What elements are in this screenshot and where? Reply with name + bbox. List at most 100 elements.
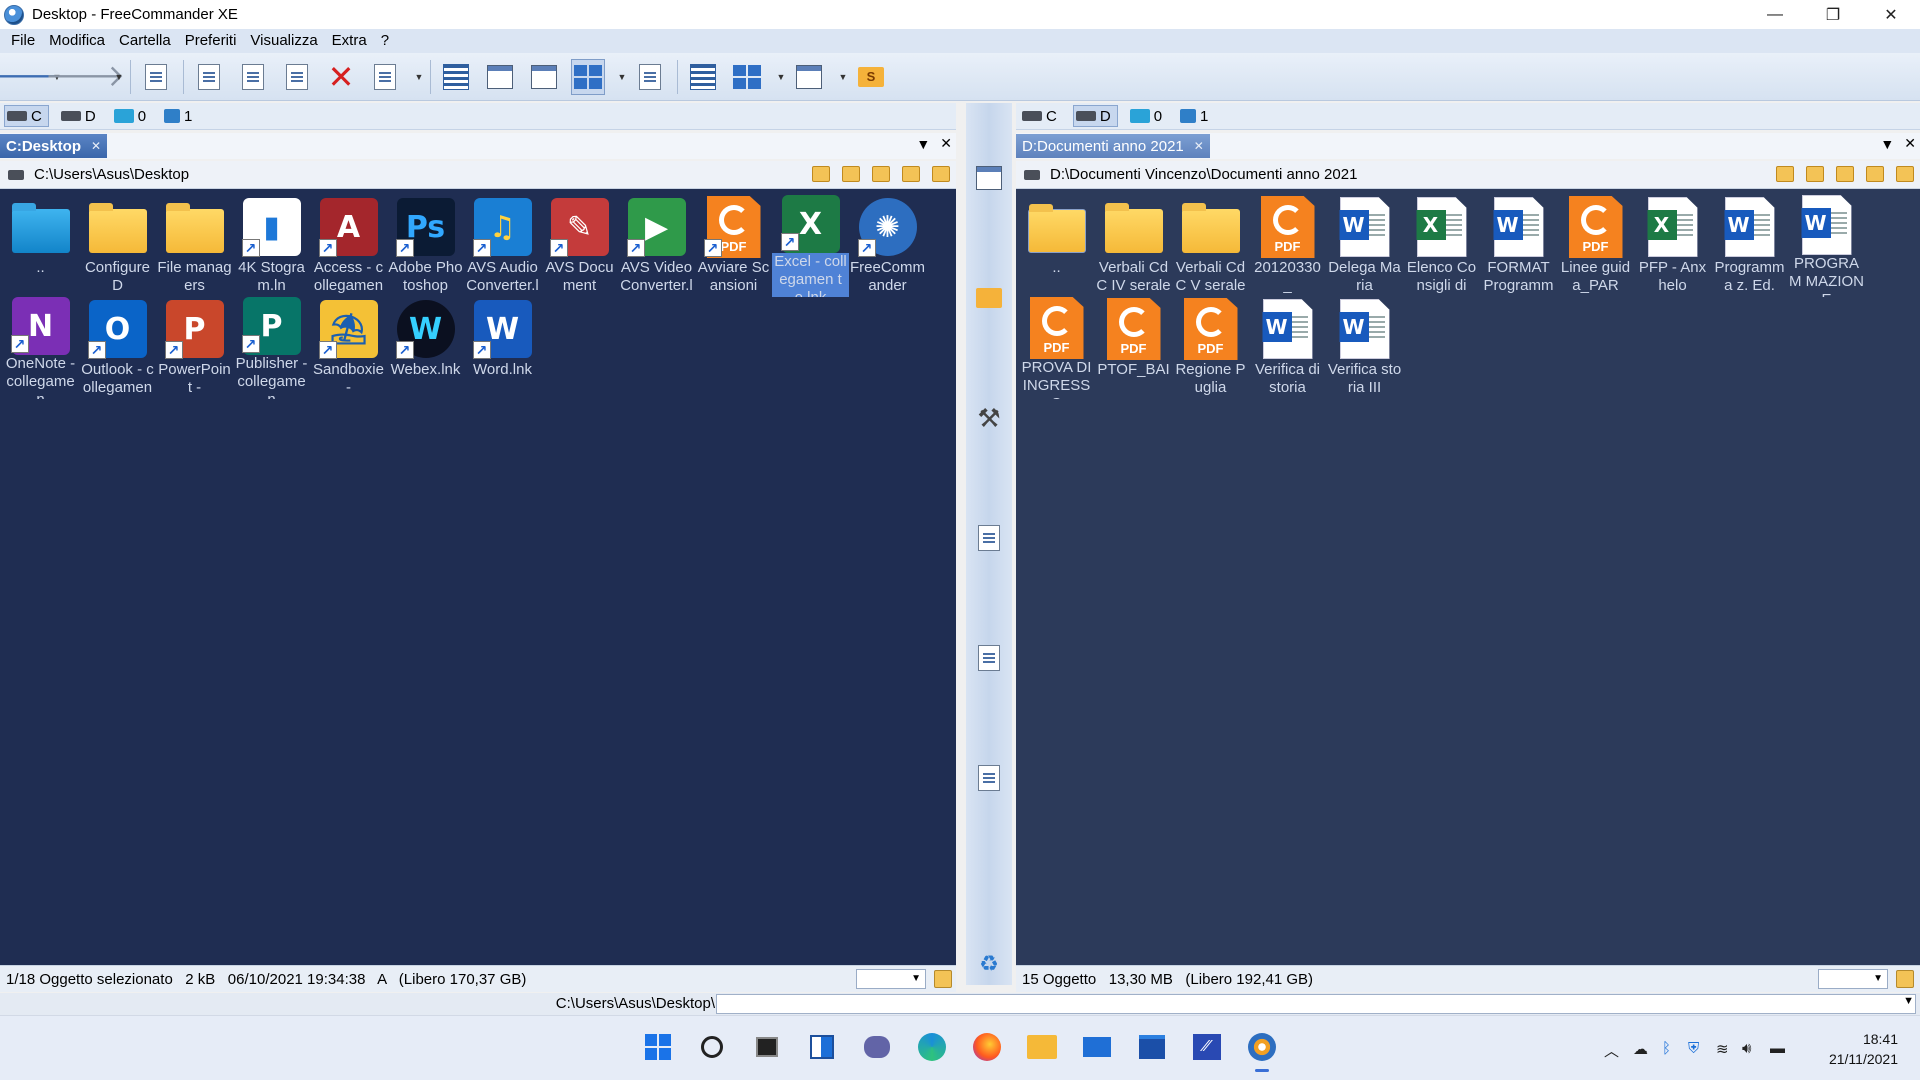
brief-view-button[interactable] [483, 59, 517, 95]
root-folder-icon[interactable] [902, 166, 920, 182]
left-file-pane[interactable]: .. ConfigureD File managers ▮ ↗ 4K Stogram.ln… [0, 189, 956, 965]
refresh-button[interactable] [633, 59, 667, 95]
file-item-prova-di-ingresso[interactable]: PDFPROVA DI INGRESSO [1018, 297, 1095, 399]
taskbar-clock[interactable]: 18:41 21/11/2021 [1829, 1029, 1898, 1069]
tab-d-documenti-anno-2021[interactable]: D:Documenti anno 2021 ✕ [1016, 134, 1210, 158]
history-icon[interactable] [812, 166, 830, 182]
favorites-icon[interactable] [842, 166, 860, 182]
compare-panels-button[interactable] [974, 163, 1004, 193]
file-item-ptof-bai[interactable]: PDF PTOF_BAI [1095, 297, 1172, 399]
file-item-outlook-collegamen[interactable]: O ↗ Outlook - collegamen [79, 297, 156, 399]
menu-extra[interactable]: Extra [325, 29, 374, 53]
pane-close-icon[interactable]: ✕ [1904, 135, 1916, 152]
file-item-webex-lnk[interactable]: W ↗ Webex.lnk [387, 297, 464, 399]
menu-visualizza[interactable]: Visualizza [243, 29, 324, 53]
file-item-adobe-photoshop[interactable]: Ps ↗ Adobe Photoshop [387, 195, 464, 297]
folder-tree-icon[interactable] [932, 166, 950, 182]
firefox-button[interactable] [972, 1032, 1002, 1062]
tools-button[interactable]: ⚒ [974, 403, 1004, 433]
left-drive-c[interactable]: C [4, 105, 49, 127]
remote-app-button[interactable]: ⁄⁄ [1192, 1032, 1222, 1062]
right-drive-0[interactable]: 0 [1128, 105, 1168, 127]
right-filter-dropdown[interactable]: ▼ [1818, 969, 1888, 989]
file-item-program-mazione[interactable]: WPROGRAM MAZIONE [1788, 195, 1865, 297]
store-button[interactable] [1137, 1032, 1167, 1062]
tab-list-dropdown[interactable]: ▼ [916, 136, 930, 152]
tab-close-icon[interactable]: ✕ [1194, 139, 1204, 153]
search-file-button[interactable] [974, 763, 1004, 793]
close-button[interactable]: ✕ [1862, 0, 1920, 29]
minimize-button[interactable]: — [1746, 0, 1804, 29]
file-item-avs-video-converter-l[interactable]: ▶ ↗ AVS Video Converter.l [618, 195, 695, 297]
security-icon[interactable]: ⛨ [1688, 1040, 1699, 1057]
menu-modifica[interactable]: Modifica [42, 29, 112, 53]
file-item-verifica-storia-iii[interactable]: W Verifica storia III [1326, 297, 1403, 399]
file-item-avs-document[interactable]: ✎ ↗ AVS Document [541, 195, 618, 297]
root-folder-icon[interactable] [1866, 166, 1884, 182]
file-item-verbali-cdc-iv-serale[interactable]: Verbali CdC IV serale [1095, 195, 1172, 297]
settings-dropdown[interactable]: ▼ [836, 59, 850, 95]
tab-close-icon[interactable]: ✕ [91, 139, 101, 153]
checklist-button[interactable] [686, 59, 720, 95]
freecommander-taskbar-button[interactable] [1247, 1032, 1277, 1072]
widgets-button[interactable] [807, 1032, 837, 1062]
teams-chat-button[interactable] [862, 1032, 892, 1062]
left-path-bar[interactable]: C:\Users\Asus\Desktop [0, 161, 956, 189]
menu-preferiti[interactable]: Preferiti [178, 29, 244, 53]
copy-file-button[interactable] [280, 59, 314, 95]
file-item-sandboxie[interactable]: ⛱ ↗ Sandboxie- [310, 297, 387, 399]
file-item-publisher-collegamen[interactable]: P↗Publisher - collegamen [233, 297, 310, 399]
file-item-format-programm[interactable]: W FORMAT Programm [1480, 195, 1557, 297]
filter-icon[interactable] [934, 970, 952, 988]
start-button[interactable] [643, 1032, 673, 1062]
file-item-onenote-collegamen[interactable]: N↗OneNote - collegamen [2, 297, 79, 399]
parent-folder-icon[interactable] [1836, 166, 1854, 182]
file-item-file-managers[interactable]: File managers [156, 195, 233, 297]
file-item-configured[interactable]: ConfigureD [79, 195, 156, 297]
file-item-avviare-scansioni[interactable]: PDF ↗ Avviare Scansioni [695, 195, 772, 297]
details-view-button[interactable] [439, 59, 473, 95]
history-icon[interactable] [1776, 166, 1794, 182]
file-item-pfp-anxhelo[interactable]: X PFP - Anxhelo [1634, 195, 1711, 297]
move-to-other-button[interactable] [974, 643, 1004, 673]
command-history-dropdown[interactable]: ▼ [1903, 995, 1914, 1007]
bluetooth-icon[interactable]: ᛒ [1662, 1040, 1671, 1057]
filter-icon[interactable] [1896, 970, 1914, 988]
file-item-powerpoint[interactable]: P ↗ PowerPoint - [156, 297, 233, 399]
task-view-button[interactable] [752, 1032, 782, 1062]
new-file-button[interactable] [236, 59, 270, 95]
file-item-parent[interactable]: .. [2, 195, 79, 297]
favorites-icon[interactable] [1806, 166, 1824, 182]
file-item-20120330[interactable]: PDF 20120330_ [1249, 195, 1326, 297]
right-file-pane[interactable]: .. Verbali CdC IV serale Verbali CdC V ser… [1016, 189, 1920, 965]
file-item-parent[interactable]: .. [1018, 195, 1095, 297]
view-mode-dropdown[interactable]: ▼ [615, 59, 629, 95]
list-view-button[interactable] [527, 59, 561, 95]
left-filter-dropdown[interactable]: ▼ [856, 969, 926, 989]
thumbnails-view-button[interactable] [571, 58, 605, 95]
volume-icon[interactable]: 🔊︎ [1742, 1040, 1751, 1057]
file-item-avs-audio-converter-l[interactable]: ♫ ↗ AVS Audio Converter.l [464, 195, 541, 297]
menu-cartella[interactable]: Cartella [112, 29, 178, 53]
right-path-bar[interactable]: D:\Documenti Vincenzo\Documenti anno 202… [1016, 161, 1920, 189]
parent-folder-icon[interactable] [872, 166, 890, 182]
favorites-folder-button[interactable]: S [854, 59, 888, 95]
menu-help[interactable]: ? [374, 29, 396, 53]
properties-button[interactable] [368, 59, 402, 95]
onedrive-icon[interactable]: ☁ [1633, 1040, 1648, 1058]
recycle-bin-button[interactable]: ♻ [974, 949, 1004, 979]
file-item-excel-collegamen-to-lnk[interactable]: X↗Excel - collegamen to.lnk [772, 195, 849, 297]
copy-to-other-button[interactable] [974, 523, 1004, 553]
file-item-elenco-consigli-di[interactable]: X Elenco Consigli di [1403, 195, 1480, 297]
pane-close-icon[interactable]: ✕ [940, 135, 952, 152]
file-item-word-lnk[interactable]: W ↗ Word.lnk [464, 297, 541, 399]
file-explorer-button[interactable] [1027, 1032, 1057, 1062]
battery-icon[interactable]: ▬ [1770, 1040, 1785, 1057]
chevron-up-icon[interactable]: ︿ [1604, 1040, 1619, 1061]
file-item-verifica-di-storia[interactable]: W Verifica di storia [1249, 297, 1326, 399]
right-drive-c[interactable]: C [1020, 105, 1063, 127]
command-line-input[interactable] [716, 994, 1916, 1014]
tab-c-desktop[interactable]: C:Desktop ✕ [0, 134, 108, 158]
delete-button[interactable]: ✕ [324, 59, 358, 95]
right-drive-1[interactable]: 1 [1178, 105, 1214, 127]
